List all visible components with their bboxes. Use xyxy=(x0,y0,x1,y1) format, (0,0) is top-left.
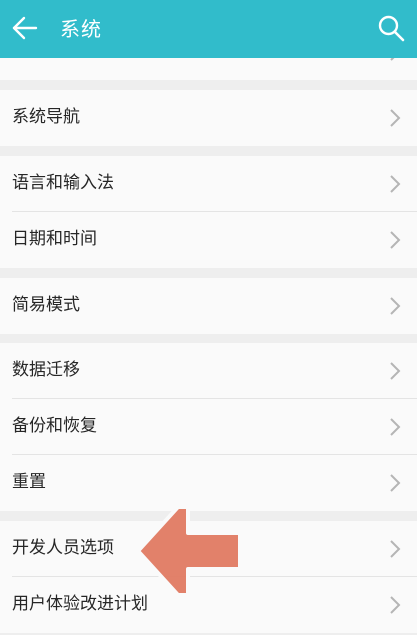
settings-item-language-input[interactable]: 语言和输入法 xyxy=(0,156,417,212)
chevron-right-icon xyxy=(390,596,401,614)
settings-item-label: 数据迁移 xyxy=(12,360,80,380)
chevron-right-icon xyxy=(390,540,401,558)
settings-item-label: 简易模式 xyxy=(12,295,80,315)
settings-group-language-time: 语言和输入法 日期和时间 xyxy=(0,156,417,268)
annotation-arrow-icon xyxy=(136,505,242,597)
settings-item-label: 重置 xyxy=(12,472,46,492)
settings-item-label: 日期和时间 xyxy=(12,229,97,249)
chevron-right-icon xyxy=(390,175,401,193)
chevron-right-icon xyxy=(390,418,401,436)
settings-item-reset[interactable]: 重置 xyxy=(0,455,417,511)
settings-item-date-time[interactable]: 日期和时间 xyxy=(0,212,417,268)
settings-item-backup-restore[interactable]: 备份和恢复 xyxy=(0,399,417,455)
chevron-right-icon xyxy=(390,297,401,315)
search-icon[interactable] xyxy=(376,13,406,43)
settings-item-data-migration[interactable]: 数据迁移 xyxy=(0,343,417,399)
arrow-left-icon[interactable] xyxy=(10,13,40,43)
settings-item-label: 系统导航 xyxy=(12,107,80,127)
settings-item-label: 备份和恢复 xyxy=(12,416,97,436)
settings-item-simple-mode[interactable]: 简易模式 xyxy=(0,278,417,334)
settings-screen: 系统更新 系统导航 语言和输入法 xyxy=(0,0,417,635)
settings-group-navigation: 系统导航 xyxy=(0,90,417,146)
settings-item-label: 开发人员选项 xyxy=(12,538,114,558)
settings-item-label: 语言和输入法 xyxy=(12,173,114,193)
chevron-right-icon xyxy=(390,474,401,492)
chevron-right-icon xyxy=(390,231,401,249)
settings-item-system-navigation[interactable]: 系统导航 xyxy=(0,90,417,146)
chevron-right-icon xyxy=(390,362,401,380)
settings-group-simple-mode: 简易模式 xyxy=(0,278,417,334)
settings-group-data: 数据迁移 备份和恢复 重置 xyxy=(0,343,417,511)
chevron-right-icon xyxy=(390,109,401,127)
app-bar: 系统 xyxy=(0,0,417,58)
page-title: 系统 xyxy=(60,17,102,41)
